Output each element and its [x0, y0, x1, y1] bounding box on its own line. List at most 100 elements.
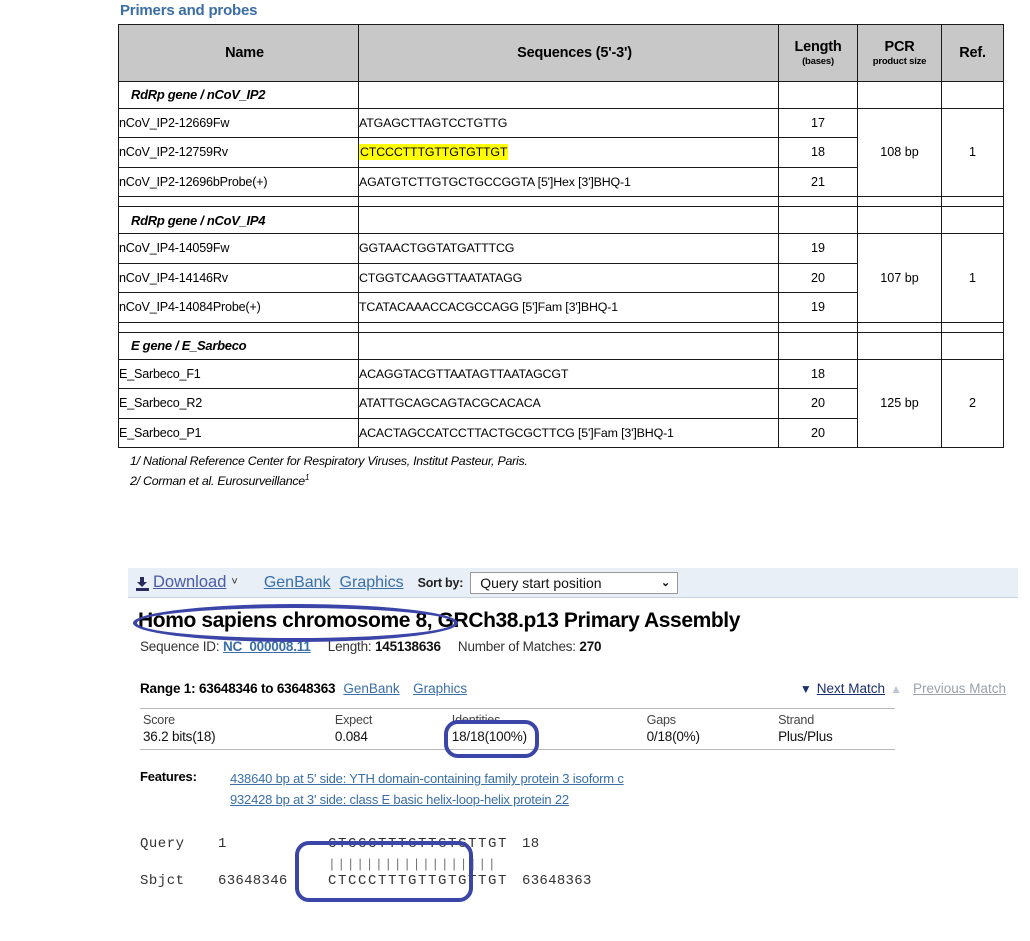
match-bars: ||||||||||||||||||	[328, 856, 498, 872]
spacer-cell	[857, 196, 942, 207]
stat-expect-label: Expect	[334, 713, 373, 727]
primer-name: nCoV_IP2-12669Fw	[118, 107, 359, 138]
column-header-pcr: PCR product size	[857, 23, 942, 82]
spacer-cell	[857, 321, 942, 333]
sequence-id-label: Sequence ID:	[140, 639, 220, 654]
table-header: Name Sequences (5'-3') Length (bases) PC…	[118, 23, 1004, 82]
group-len-cell	[778, 80, 858, 109]
sequence-text: AGATGTCTTGTGCTGCCGGTA [5']Hex [3']BHQ-1	[359, 174, 631, 189]
primer-name: nCoV_IP4-14146Rv	[118, 262, 359, 293]
range-genbank-link[interactable]: GenBank	[343, 681, 399, 696]
alignment-match-row: ||||||||||||||||||	[140, 858, 1018, 874]
sbjct-start: 63648346	[218, 872, 288, 889]
sort-by-select[interactable]: Query start position ⌄	[470, 571, 679, 594]
column-header-pcr-sub: product size	[872, 55, 927, 67]
primer-length: 21	[778, 166, 858, 197]
primer-sequence: GGTAACTGGTATGATTTCG	[358, 233, 779, 264]
chevron-down-icon: ⌄	[660, 577, 671, 589]
group-title: E gene / E_Sarbeco	[118, 331, 359, 360]
spacer-cell	[118, 196, 359, 207]
reference-number: 1	[941, 233, 1004, 323]
stat-score: Score 36.2 bits(18)	[140, 713, 335, 744]
length-value: 145138636	[375, 639, 441, 654]
blast-toolbar: Download ˅ GenBank Graphics Sort by: Que…	[128, 568, 1018, 598]
matches-label: Number of Matches:	[457, 639, 576, 654]
primer-length: 18	[778, 358, 858, 389]
primer-sequence: AGATGTCTTGTGCTGCCGGTA [5']Hex [3']BHQ-1	[358, 166, 779, 197]
features-label: Features:	[140, 769, 197, 784]
group-title: RdRp gene / nCoV_IP2	[118, 80, 359, 109]
sequence-text: ACACTAGCCATCCTTACTGCGCTTCG [5']Fam [3']B…	[359, 425, 674, 440]
column-header-length-sub: (bases)	[802, 55, 834, 67]
group-title: RdRp gene / nCoV_IP4	[118, 206, 359, 234]
chevron-down-icon[interactable]: ˅	[231, 576, 237, 588]
column-header-sequences: Sequences (5'-3')	[358, 23, 779, 82]
group-pcr-cell	[857, 80, 942, 109]
table-row: E_Sarbeco_F1 ACAGGTACGTTAATAGTTAATAGCGT 18…	[118, 358, 1004, 448]
column-header-pcr-main: PCR	[884, 38, 915, 55]
sbjct-label: Sbjct	[140, 872, 185, 889]
group-ref-cell	[941, 206, 1004, 234]
range-row: Range 1: 63648346 to 63648363 GenBank Gr…	[140, 680, 1006, 698]
stat-gaps: Gaps 0/18(0%)	[647, 713, 779, 744]
highlighted-sequence: CTCCCTTTGTTGTGTTGT	[359, 144, 509, 161]
footnote-2: 2/ Corman et al. Eurosurveillance1	[130, 472, 1003, 492]
footnote-1: 1/ National Reference Center for Respira…	[130, 454, 528, 468]
sequence-text: TCATACAAACCACGCCAGG [5']Fam [3']BHQ-1	[359, 300, 618, 315]
stat-gaps-label: Gaps	[646, 713, 677, 727]
feature-link[interactable]: 438640 bp at 5' side: YTH domain-contain…	[230, 768, 624, 789]
table-spacer-row	[118, 321, 1004, 333]
stat-identities-value: 18/18(100%)	[451, 729, 527, 744]
primer-sequence: ATATTGCAGCAGTACGCACACA	[358, 388, 779, 419]
primer-length: 20	[778, 417, 858, 448]
primer-sequence: CTCCCTTTGTTGTGTTGT	[358, 137, 779, 168]
stat-identities: Identities 18/18(100%)	[452, 713, 647, 744]
range-links: GenBank Graphics	[343, 680, 476, 698]
primer-length: 19	[778, 233, 858, 264]
group-len-cell	[778, 331, 858, 360]
spacer-cell	[358, 196, 779, 207]
alignment-sbjct-row: Sbjct 63648346 CTCCCTTTGTTGTGTTGT 636483…	[140, 874, 1018, 895]
primer-length: 19	[778, 292, 858, 323]
sequence-text: CTGGTCAAGGTTAATATAGG	[359, 270, 523, 285]
table-row: nCoV_IP4-14059Fw GGTAACTGGTATGATTTCG 19 107…	[118, 233, 1004, 323]
primer-length: 20	[778, 388, 858, 419]
primer-length: 17	[778, 107, 858, 138]
alignment-query-row: Query 1 CTCCCTTTGTTGTGTTGT 18	[140, 837, 1018, 858]
footnote-2-text: 2/ Corman et al. Eurosurveillance	[130, 473, 305, 488]
sort-by-label: Sort by:	[417, 575, 464, 590]
group-pcr-cell	[857, 331, 942, 360]
blast-hit-title-rest: GRCh38.p13 Primary Assembly	[432, 609, 741, 632]
stat-score-value: 36.2 bits(18)	[143, 729, 216, 744]
table-group-row: E gene / E_Sarbeco	[118, 331, 1004, 360]
range-graphics-link[interactable]: Graphics	[413, 681, 467, 696]
table-footnotes: 1/ National Reference Center for Respira…	[118, 452, 1003, 492]
group-ref-cell	[941, 331, 1004, 360]
next-match-link[interactable]: Next Match	[817, 681, 885, 696]
query-start: 1	[218, 835, 227, 852]
primer-sequence: ACACTAGCCATCCTTACTGCGCTTCG [5']Fam [3']B…	[358, 417, 779, 448]
stat-score-label: Score	[143, 713, 175, 727]
footnote-2-superscript: 1	[304, 472, 310, 482]
page-title: Primers and probes	[120, 2, 258, 19]
spacer-cell	[941, 196, 1004, 207]
sort-by-value: Query start position	[480, 574, 602, 591]
sequence-id-link[interactable]: NC_000008.11	[223, 639, 311, 654]
stat-expect: Expect 0.084	[335, 713, 452, 744]
genbank-link[interactable]: GenBank	[264, 574, 331, 592]
primer-sequence: ACAGGTACGTTAATAGTTAATAGCGT	[358, 358, 779, 389]
sequence-alignment: Query 1 CTCCCTTTGTTGTGTTGT 18 ||||||||||…	[140, 837, 1018, 895]
feature-link[interactable]: 932428 bp at 3' side: class E basic heli…	[230, 789, 624, 810]
primer-name: E_Sarbeco_R2	[118, 388, 359, 419]
group-ref-cell	[941, 80, 1004, 109]
graphics-link[interactable]: Graphics	[340, 574, 404, 592]
previous-match-link: Previous Match	[912, 681, 1006, 696]
download-button[interactable]: Download	[153, 573, 226, 592]
matches-value: 270	[579, 639, 602, 654]
blast-hit-title-highlighted: Homo sapiens chromosome 8,	[138, 609, 433, 632]
primer-name: E_Sarbeco_P1	[118, 417, 359, 448]
query-label: Query	[140, 835, 185, 852]
primers-and-probes-section: Primers and probes Name Sequences (5'-3'…	[118, 0, 1004, 492]
sequence-info-line: Sequence ID: NC_000008.11 Length: 145138…	[140, 639, 1018, 654]
sbjct-sequence: CTCCCTTTGTTGTGTTGT	[328, 872, 509, 889]
